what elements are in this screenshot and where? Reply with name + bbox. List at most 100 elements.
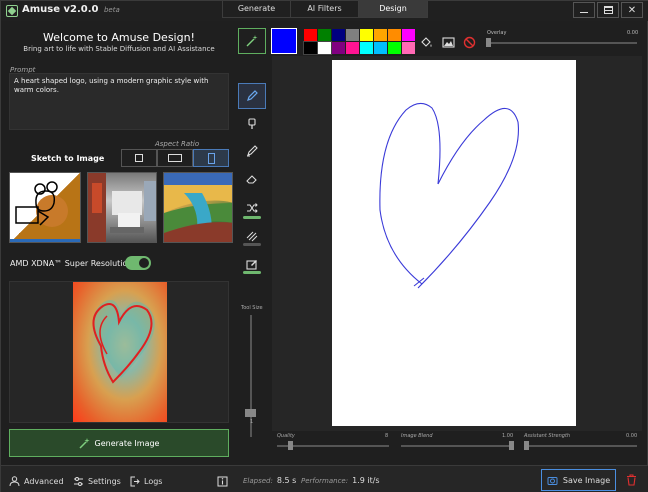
logout-icon <box>130 476 140 487</box>
pen-tool-button[interactable] <box>238 138 266 164</box>
tool-size-label: Tool Size <box>241 305 263 311</box>
sketch-example-room[interactable] <box>87 172 157 243</box>
minimize-icon <box>580 11 588 13</box>
image-blend-slider[interactable] <box>401 445 514 447</box>
palette-swatch[interactable] <box>332 42 345 54</box>
shuffle-icon <box>247 203 258 213</box>
tool-column: Tool Size 1 <box>235 23 269 465</box>
close-icon: ✕ <box>627 4 637 16</box>
clear-canvas-button[interactable] <box>462 35 476 49</box>
amuse-logo-icon <box>6 5 18 17</box>
overlay-value: 0.00 <box>627 30 639 36</box>
elapsed-readout: Elapsed: 8.5 s <box>243 476 296 485</box>
sketch-example-landscape[interactable] <box>163 172 233 243</box>
edit-icon <box>246 260 257 270</box>
tab-design[interactable]: Design <box>359 1 427 17</box>
delete-image-button[interactable] <box>621 469 641 491</box>
generate-image-button[interactable]: Generate Image <box>9 429 229 457</box>
palette-swatch[interactable] <box>317 41 332 55</box>
color-palette <box>303 29 415 55</box>
palette-swatch[interactable] <box>332 29 345 41</box>
edit-active-indicator <box>243 271 261 274</box>
overlay-label: Overlay <box>487 30 507 36</box>
close-button[interactable]: ✕ <box>621 2 643 18</box>
palette-swatch[interactable] <box>318 29 331 41</box>
fill-tool-button[interactable] <box>419 35 433 49</box>
tab-generate[interactable]: Generate <box>223 1 291 17</box>
drawing-canvas[interactable] <box>332 60 576 426</box>
palette-swatch[interactable] <box>374 29 387 41</box>
mode-tabs: Generate AI Filters Design <box>222 1 428 18</box>
palette-swatch[interactable] <box>388 42 401 54</box>
palette-swatch[interactable] <box>402 42 415 54</box>
palette-swatch[interactable] <box>388 29 401 41</box>
trash-icon <box>626 474 636 486</box>
brush-tool-button[interactable] <box>238 111 266 137</box>
eraser-tool-button[interactable] <box>238 166 266 192</box>
pen-icon <box>247 145 258 157</box>
advanced-button[interactable]: Advanced <box>9 476 64 487</box>
heart-sketch-drawing <box>379 102 519 289</box>
sketch-to-image-title: Sketch to Image <box>31 154 105 163</box>
xdna-super-resolution-toggle[interactable] <box>125 256 151 270</box>
generate-image-label: Generate Image <box>94 438 160 448</box>
aspect-square-button[interactable] <box>121 149 157 167</box>
bear-sketch-image <box>10 181 80 242</box>
sketch-example-bear[interactable] <box>9 172 81 243</box>
pencil-tool-button[interactable] <box>238 83 266 109</box>
palette-swatch[interactable] <box>374 42 387 54</box>
performance-readout: Performance: 1.9 it/s <box>301 476 380 485</box>
aspect-landscape-button[interactable] <box>157 149 193 167</box>
image-upload-button[interactable] <box>441 35 455 49</box>
title-bar: Amuse v2.0.0 beta Generate AI Filters De… <box>1 1 648 21</box>
assistant-strength-slider[interactable] <box>524 445 637 447</box>
assistant-strength-slider-thumb[interactable] <box>524 441 529 450</box>
app-name: Amuse <box>22 4 61 15</box>
generated-image[interactable] <box>73 282 167 422</box>
tool-size-slider-thumb[interactable] <box>245 409 256 417</box>
tagline: Bring art to life with Stable Diffusion … <box>23 45 215 53</box>
smudge-icon <box>246 231 258 242</box>
maximize-button[interactable] <box>597 2 619 18</box>
palette-swatch[interactable] <box>303 41 318 55</box>
overlay-slider[interactable] <box>487 42 637 44</box>
aspect-portrait-button[interactable] <box>193 149 229 167</box>
prompt-input[interactable]: A heart shaped logo, using a modern grap… <box>9 73 229 130</box>
palette-swatch[interactable] <box>346 42 359 54</box>
magic-wand-icon <box>246 35 258 47</box>
portrait-icon <box>207 152 215 164</box>
overlay-slider-thumb[interactable] <box>486 38 491 47</box>
toggle-knob <box>139 258 149 268</box>
no-sign-icon <box>463 36 475 48</box>
image-blend-slider-thumb[interactable] <box>509 441 514 450</box>
brush-icon <box>248 118 256 129</box>
elapsed-label: Elapsed: <box>243 476 273 485</box>
tab-ai-filters[interactable]: AI Filters <box>291 1 359 17</box>
assistant-strength-label: Assistant Strength <box>524 433 571 439</box>
minimize-button[interactable] <box>573 2 595 18</box>
welcome-heading: Welcome to Amuse Design! <box>43 31 195 44</box>
logs-button[interactable]: Logs <box>129 476 162 487</box>
palette-swatch[interactable] <box>360 42 373 54</box>
quality-slider-thumb[interactable] <box>288 441 293 450</box>
person-icon <box>9 476 20 487</box>
advanced-label: Advanced <box>24 477 64 486</box>
save-image-button[interactable]: Save Image <box>541 469 616 491</box>
quality-slider[interactable] <box>277 445 389 447</box>
settings-button[interactable]: Settings <box>73 476 121 487</box>
app-window: Amuse v2.0.0 beta Generate AI Filters De… <box>0 0 648 492</box>
status-bar: Advanced Settings Logs Elapsed: 8.5 s Pe… <box>1 465 648 492</box>
palette-swatch[interactable] <box>360 29 373 41</box>
palette-swatch[interactable] <box>346 29 359 41</box>
image-blend-label: Image Blend <box>401 433 433 439</box>
assistant-strength-value: 0.00 <box>626 433 638 439</box>
sketch-examples <box>9 172 233 243</box>
logs-label: Logs <box>144 477 163 486</box>
current-color-swatch[interactable] <box>271 28 297 54</box>
palette-swatch[interactable] <box>304 29 317 41</box>
info-button[interactable] <box>217 476 228 487</box>
sliders-icon <box>74 477 83 486</box>
magic-tool-button[interactable] <box>238 28 266 54</box>
app-version-tag: beta <box>103 6 120 14</box>
palette-swatch[interactable] <box>402 29 415 41</box>
